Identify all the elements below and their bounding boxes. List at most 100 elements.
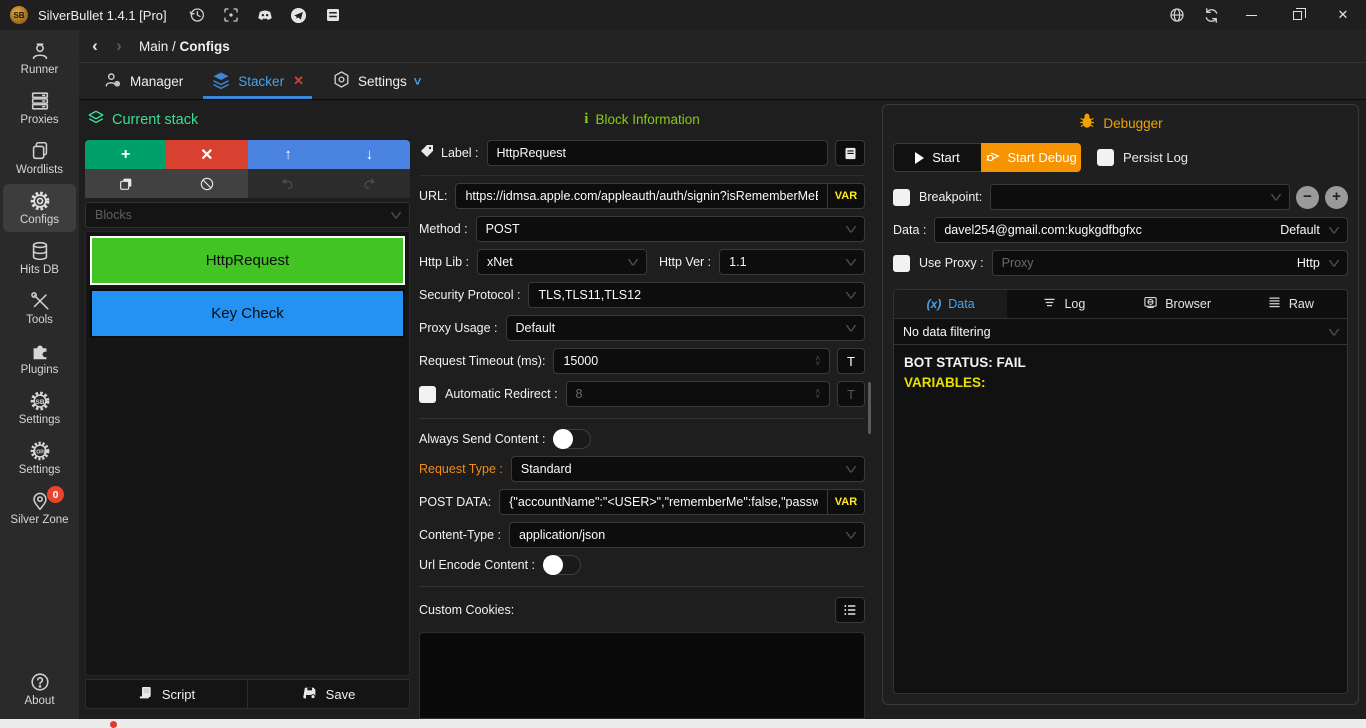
spinner-icon[interactable]: ˄˅: [815, 356, 820, 366]
tab-manager[interactable]: Manager: [89, 63, 197, 99]
persist-log-checkbox[interactable]: [1097, 149, 1114, 166]
settings-tab-icon: [332, 70, 351, 92]
always-send-content-toggle[interactable]: [553, 429, 591, 449]
sidebar-item-settings-core[interactable]: CORE Settings: [3, 434, 76, 482]
tab-browser[interactable]: Browser: [1121, 290, 1234, 318]
sidebar-item-silver-zone[interactable]: Silver Zone 0: [3, 484, 76, 532]
close-tab-icon[interactable]: ✕: [293, 73, 304, 89]
custom-cookies-textarea[interactable]: [419, 632, 865, 719]
sidebar-item-wordlists[interactable]: Wordlists: [3, 134, 76, 182]
undo-button[interactable]: [248, 169, 329, 198]
add-block-button[interactable]: +: [85, 140, 166, 169]
script-button[interactable]: Script: [85, 679, 248, 709]
breadcrumb-text: Main / Configs: [139, 39, 230, 54]
discord-icon[interactable]: [253, 4, 277, 26]
save-button[interactable]: Save: [248, 679, 410, 709]
post-data-input[interactable]: {"accountName":"<USER>","rememberMe":fal…: [499, 489, 827, 515]
chevron-down-icon: ˅: [626, 257, 639, 267]
content-area: Current stack + ✕ ↑ ↓: [79, 100, 1366, 719]
svg-text:SB: SB: [35, 399, 44, 406]
use-proxy-checkbox[interactable]: [893, 255, 910, 272]
data-input[interactable]: davel254@gmail.com:kugkgdfbgfxc Default˅: [934, 217, 1348, 243]
sidebar-item-runner[interactable]: Runner: [3, 34, 76, 82]
info-icon: i: [584, 111, 588, 128]
data-type-select[interactable]: Default: [1280, 223, 1320, 237]
back-button[interactable]: ‹: [85, 36, 105, 56]
http-ver-select[interactable]: 1.1˅: [719, 249, 865, 275]
content-type-select[interactable]: application/json˅: [509, 522, 865, 548]
history-icon[interactable]: [185, 4, 209, 26]
tab-stacker[interactable]: Stacker ✕: [197, 63, 318, 99]
notes-button[interactable]: [835, 140, 865, 166]
sidebar-item-configs[interactable]: Configs: [3, 184, 76, 232]
chevron-down-icon: ˅: [844, 530, 857, 540]
minimize-button[interactable]: [1228, 0, 1274, 30]
http-lib-select[interactable]: xNet˅: [477, 249, 647, 275]
label-field[interactable]: HttpRequest: [487, 140, 828, 166]
move-down-button[interactable]: ↓: [329, 140, 410, 169]
telegram-icon[interactable]: [287, 4, 311, 26]
log-icon: [1042, 295, 1057, 313]
breakpoint-remove-button[interactable]: −: [1296, 186, 1319, 209]
forward-button[interactable]: ›: [109, 36, 129, 56]
automatic-redirect-input[interactable]: 8˄˅: [566, 381, 830, 407]
request-timeout-input[interactable]: 15000˄˅: [553, 348, 830, 374]
breakpoint-checkbox[interactable]: [893, 189, 910, 206]
tab-data[interactable]: (x) Data: [894, 290, 1007, 318]
tab-raw[interactable]: Raw: [1234, 290, 1347, 318]
servers-icon: [29, 90, 51, 112]
automatic-redirect-checkbox[interactable]: [419, 386, 436, 403]
data-filter-select[interactable]: No data filtering ˅: [893, 318, 1348, 345]
divider: [419, 586, 865, 587]
worker-icon: [29, 40, 51, 62]
disable-block-button[interactable]: [166, 169, 247, 198]
question-icon: [29, 671, 51, 693]
proxy-usage-select[interactable]: Default˅: [506, 315, 865, 341]
debugger-log-area[interactable]: BOT STATUS: FAIL VARIABLES:: [893, 345, 1348, 694]
method-select[interactable]: POST˅: [476, 216, 865, 242]
taskbar-red-dot: [110, 721, 117, 728]
maximize-button[interactable]: [1274, 0, 1320, 30]
scan-icon[interactable]: [219, 4, 243, 26]
move-up-button[interactable]: ↑: [248, 140, 329, 169]
duplicate-block-button[interactable]: [85, 169, 166, 198]
tab-settings[interactable]: Settings ˅: [318, 63, 435, 99]
proxy-input[interactable]: Proxy Http˅: [992, 250, 1348, 276]
security-protocol-select[interactable]: TLS,TLS11,TLS12˅: [528, 282, 865, 308]
close-button[interactable]: ✕: [1320, 0, 1366, 30]
database-icon: [29, 240, 51, 262]
sidebar-item-settings-sb[interactable]: SB Settings: [3, 384, 76, 432]
url-field[interactable]: https://idmsa.apple.com/appleauth/auth/s…: [455, 183, 827, 209]
timeout-t-button[interactable]: T: [837, 348, 865, 374]
url-encode-toggle[interactable]: [543, 555, 581, 575]
sidebar-item-proxies[interactable]: Proxies: [3, 84, 76, 132]
custom-cookies-list-button[interactable]: [835, 597, 865, 623]
breakpoint-select[interactable]: ˅: [990, 184, 1290, 210]
url-var-button[interactable]: VAR: [827, 183, 865, 209]
breakpoint-add-button[interactable]: +: [1325, 186, 1348, 209]
post-data-var-button[interactable]: VAR: [827, 489, 865, 515]
globe-icon[interactable]: [1160, 4, 1194, 26]
documents-icon: [29, 140, 51, 162]
chevron-down-icon: ˅: [1327, 327, 1340, 337]
news-icon[interactable]: [321, 4, 345, 26]
sidebar-item-about[interactable]: About: [3, 665, 76, 713]
sidebar-item-tools[interactable]: Tools: [3, 284, 76, 332]
request-type-select[interactable]: Standard˅: [511, 456, 865, 482]
blocks-dropdown[interactable]: Blocks ˅: [85, 202, 410, 228]
remove-block-button[interactable]: ✕: [166, 140, 247, 169]
start-debug-button[interactable]: Start Debug: [981, 143, 1081, 172]
tab-log[interactable]: Log: [1007, 290, 1120, 318]
redo-button[interactable]: [329, 169, 410, 198]
block-httprequest[interactable]: HttpRequest: [90, 236, 405, 285]
sidebar-item-hits-db[interactable]: Hits DB: [3, 234, 76, 282]
stack-list: HttpRequest Key Check: [85, 231, 410, 676]
window-title: SilverBullet 1.4.1 [Pro]: [38, 8, 167, 23]
sidebar-item-plugins[interactable]: Plugins: [3, 334, 76, 382]
stack-panel-title: Current stack: [112, 112, 198, 128]
proxy-type-select[interactable]: Http: [1297, 256, 1320, 270]
scrollbar-thumb[interactable]: [868, 382, 871, 434]
block-keycheck[interactable]: Key Check: [90, 289, 405, 338]
sync-icon[interactable]: [1194, 4, 1228, 26]
start-button[interactable]: Start: [893, 143, 981, 172]
